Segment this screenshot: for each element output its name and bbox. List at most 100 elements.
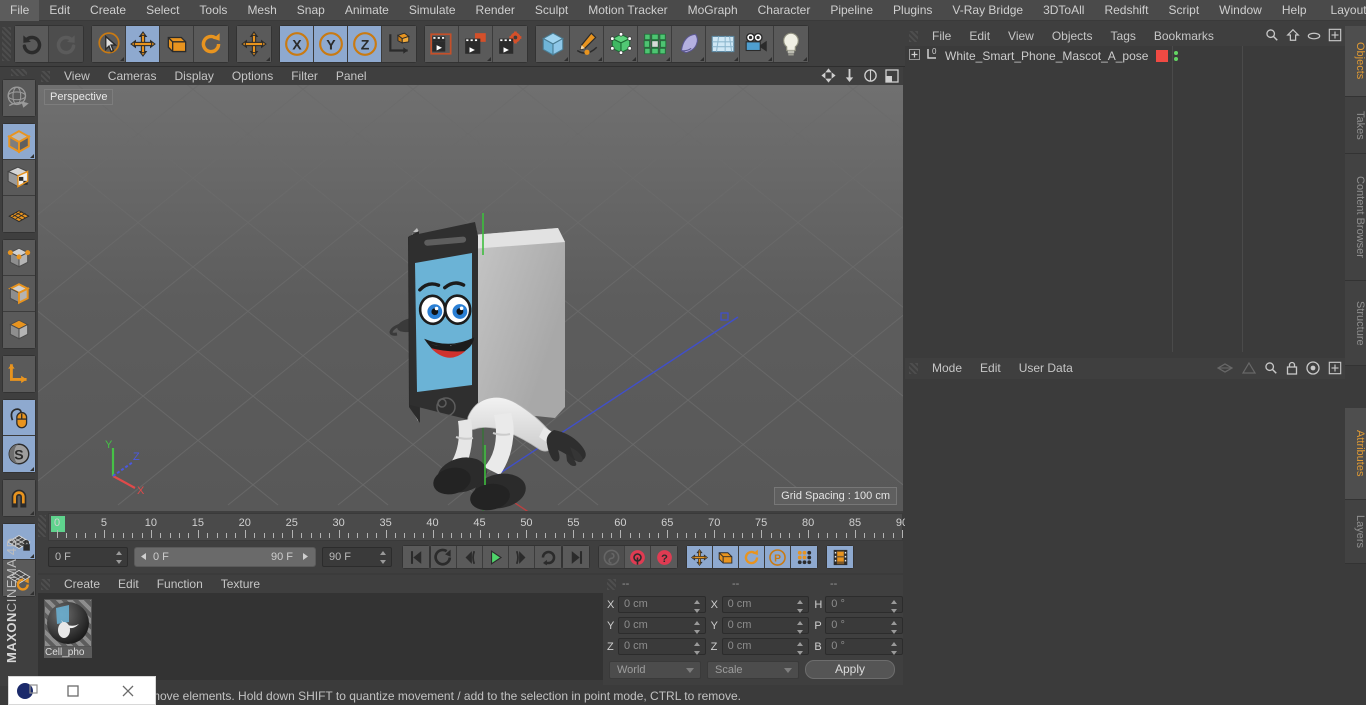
- menu-item-simulate[interactable]: Simulate: [399, 0, 466, 21]
- next-attribute-icon[interactable]: [1241, 361, 1257, 377]
- status-badge[interactable]: [1156, 49, 1169, 62]
- x-axis-icon[interactable]: X: [280, 25, 314, 62]
- menu-item-character[interactable]: Character: [748, 0, 821, 21]
- preview-range-bar[interactable]: 0 F 90 F: [134, 547, 316, 567]
- edges-mode-icon[interactable]: [3, 276, 35, 312]
- scale-key-icon[interactable]: [713, 546, 739, 568]
- attributes-menu-user-data[interactable]: User Data: [1010, 358, 1082, 379]
- coordinate-mode-dropdown[interactable]: Scale: [707, 660, 799, 679]
- menu-item-script[interactable]: Script: [1158, 0, 1209, 21]
- coord-rotation-field[interactable]: 0 °: [825, 596, 903, 613]
- menu-item-sculpt[interactable]: Sculpt: [525, 0, 578, 21]
- move-icon[interactable]: [126, 25, 160, 62]
- menu-item-render[interactable]: Render: [466, 0, 525, 21]
- viewport-menu-panel[interactable]: Panel: [327, 67, 376, 85]
- spinner-icon[interactable]: [891, 642, 898, 655]
- dolly-icon[interactable]: [843, 68, 856, 86]
- light-icon[interactable]: [774, 25, 808, 62]
- end-frame-field[interactable]: 90 F: [322, 547, 392, 567]
- go-to-end-icon[interactable]: [563, 546, 589, 568]
- viewport-solo-icon[interactable]: [3, 400, 35, 436]
- viewport-menu-view[interactable]: View: [55, 67, 99, 85]
- close-icon[interactable]: [100, 677, 155, 705]
- spinner-icon[interactable]: [797, 600, 804, 613]
- menu-item-window[interactable]: Window: [1209, 0, 1272, 21]
- record-active-objects-icon[interactable]: [599, 546, 625, 568]
- cinema4d-icon[interactable]: [9, 677, 45, 705]
- go-to-start-icon[interactable]: [403, 546, 429, 568]
- object-menu-objects[interactable]: Objects: [1043, 26, 1102, 46]
- object-name[interactable]: White_Smart_Phone_Mascot_A_pose: [945, 49, 1148, 63]
- next-frame-icon[interactable]: [509, 546, 535, 568]
- coord-size-field[interactable]: 0 cm: [721, 638, 810, 655]
- rotate-icon[interactable]: [194, 25, 228, 62]
- render-settings-icon[interactable]: [493, 25, 527, 62]
- previous-frame-icon[interactable]: [457, 546, 483, 568]
- attributes-grip[interactable]: [909, 363, 918, 374]
- keyframe-selection-icon[interactable]: ?: [651, 546, 677, 568]
- menu-item-3dtoall[interactable]: 3DToAll: [1033, 0, 1094, 21]
- array-modeling-icon[interactable]: [638, 25, 672, 62]
- spline-pen-icon[interactable]: [570, 25, 604, 62]
- coord-position-field[interactable]: 0 cm: [617, 617, 706, 634]
- maximize-viewport-icon[interactable]: [885, 68, 899, 86]
- spinner-icon[interactable]: [116, 551, 123, 564]
- enable-axis-icon[interactable]: [3, 196, 35, 232]
- world-coordinate-icon[interactable]: [382, 25, 416, 62]
- points-mode-icon[interactable]: [3, 240, 35, 276]
- spinner-icon[interactable]: [891, 621, 898, 634]
- material-item[interactable]: Cell_pho: [44, 599, 92, 658]
- tab-objects[interactable]: Objects: [1345, 26, 1366, 97]
- play-backwards-icon[interactable]: [431, 546, 457, 568]
- coord-position-field[interactable]: 0 cm: [617, 638, 706, 655]
- menu-item-plugins[interactable]: Plugins: [883, 0, 942, 21]
- play-forward-icon[interactable]: [483, 546, 509, 568]
- coord-position-field[interactable]: 0 cm: [617, 596, 706, 613]
- new-tab-icon[interactable]: [1328, 361, 1342, 378]
- new-tab-icon[interactable]: [1328, 28, 1342, 45]
- attributes-content[interactable]: [905, 379, 1345, 705]
- toolbar-grip[interactable]: [2, 26, 11, 61]
- left-toolbar-grip[interactable]: [11, 69, 27, 76]
- coordinate-space-dropdown[interactable]: World: [609, 660, 701, 679]
- menu-item-pipeline[interactable]: Pipeline: [820, 0, 883, 21]
- attributes-menu-edit[interactable]: Edit: [971, 358, 1010, 379]
- viewport-menu-display[interactable]: Display: [165, 67, 222, 85]
- current-frame-field[interactable]: 0 F: [48, 547, 128, 567]
- menu-item-animate[interactable]: Animate: [335, 0, 399, 21]
- spinner-icon[interactable]: [380, 551, 387, 564]
- z-axis-icon[interactable]: Z: [348, 25, 382, 62]
- viewport-menu-cameras[interactable]: Cameras: [99, 67, 166, 85]
- menu-item-v-ray-bridge[interactable]: V-Ray Bridge: [942, 0, 1033, 21]
- undo-icon[interactable]: [15, 25, 49, 62]
- render-view-icon[interactable]: [425, 25, 459, 62]
- move-tool-icon[interactable]: [237, 25, 271, 62]
- coord-size-field[interactable]: 0 cm: [721, 617, 810, 634]
- coord-rotation-field[interactable]: 0 °: [825, 638, 903, 655]
- material-menu-texture[interactable]: Texture: [212, 575, 269, 593]
- scale-icon[interactable]: [160, 25, 194, 62]
- point-level-animation-icon[interactable]: [791, 546, 817, 568]
- viewport-menu-options[interactable]: Options: [223, 67, 282, 85]
- coord-size-field[interactable]: 0 cm: [721, 596, 810, 613]
- search-icon[interactable]: [1265, 28, 1279, 45]
- magnet-icon[interactable]: [3, 480, 35, 516]
- material-grip[interactable]: [41, 578, 50, 590]
- rotation-key-icon[interactable]: [739, 546, 765, 568]
- make-editable-icon[interactable]: [3, 124, 35, 160]
- material-menu-create[interactable]: Create: [55, 575, 109, 593]
- undo-view-icon[interactable]: [3, 80, 35, 116]
- polygons-mode-icon[interactable]: [3, 312, 35, 348]
- animation-layers-icon[interactable]: [827, 546, 853, 568]
- spinner-icon[interactable]: [693, 642, 701, 655]
- pan-icon[interactable]: [821, 68, 836, 86]
- spinner-icon[interactable]: [693, 621, 701, 634]
- orbit-icon[interactable]: [863, 68, 878, 86]
- object-menu-tags[interactable]: Tags: [1102, 26, 1145, 46]
- object-manager-grip[interactable]: [909, 30, 918, 42]
- object-row[interactable]: 0 White_Smart_Phone_Mascot_A_pose: [905, 46, 1345, 65]
- y-axis-icon[interactable]: Y: [314, 25, 348, 62]
- menu-item-tools[interactable]: Tools: [189, 0, 237, 21]
- tab-attributes[interactable]: Attributes: [1345, 408, 1366, 500]
- timeline-grip[interactable]: [38, 515, 46, 537]
